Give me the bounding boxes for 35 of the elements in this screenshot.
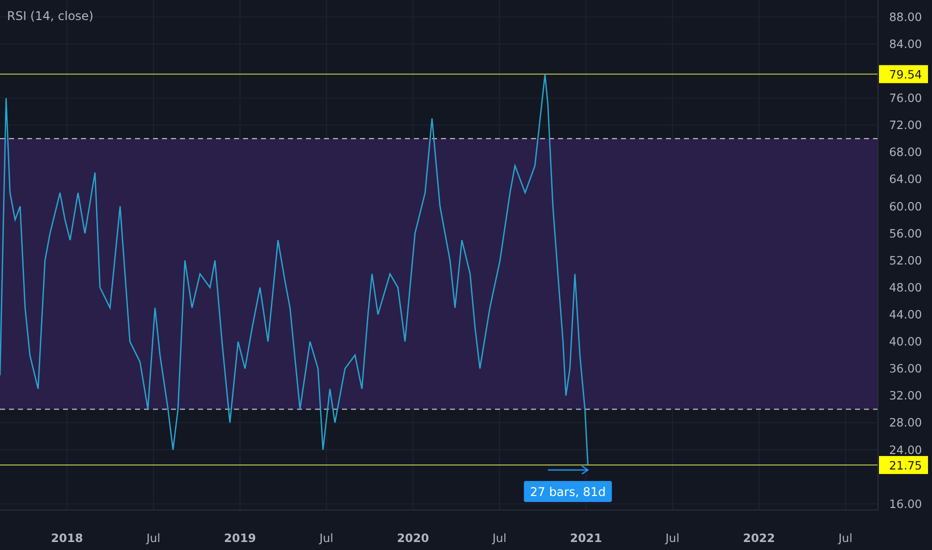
y-axis-label: 24.00 <box>889 442 922 457</box>
y-axis-label: 48.00 <box>889 280 922 294</box>
x-axis-label: Jul <box>146 531 160 545</box>
y-axis-label: 64.00 <box>889 172 922 186</box>
y-axis-label: 76.00 <box>889 91 922 106</box>
y-axis-label: 16.00 <box>889 496 922 511</box>
ref-line-label: 21.75 <box>889 458 922 473</box>
y-axis-label: 40.00 <box>889 334 922 349</box>
price-label: 21.75 <box>879 456 928 474</box>
y-axis-label: 44.00 <box>889 308 922 322</box>
x-axis-label: Jul <box>320 531 334 545</box>
x-axis-label: Jul <box>838 531 852 545</box>
x-axis-label: 2019 <box>224 531 256 545</box>
y-axis-label: 60.00 <box>889 199 922 214</box>
y-axis-label: 72.00 <box>889 118 922 132</box>
price-label: 79.54 <box>879 65 928 84</box>
ref-line-label: 79.54 <box>889 68 922 82</box>
y-axis-label: 52.00 <box>889 253 922 268</box>
y-axis-label: 56.00 <box>889 226 922 240</box>
x-axis-label: 2021 <box>570 531 602 545</box>
x-axis-label: Jul <box>492 531 506 545</box>
chart-title: RSI (14, close) <box>7 9 94 23</box>
y-axis-label: 32.00 <box>889 388 922 403</box>
x-axis-label: 2022 <box>742 531 775 545</box>
measure-label: 27 bars, 81d <box>524 481 612 502</box>
measure-arrow <box>548 465 590 475</box>
y-axis-label: 68.00 <box>889 145 922 160</box>
x-axis-label: 2018 <box>50 531 83 545</box>
x-axis-label: Jul <box>666 531 680 545</box>
x-axis-label: 2020 <box>396 531 429 545</box>
y-axis-label: 88.00 <box>889 10 922 24</box>
annotation: 27 bars, 81d <box>530 485 606 499</box>
y-axis-label: 84.00 <box>889 36 922 51</box>
y-axis-label: 28.00 <box>889 416 922 430</box>
y-axis-label: 36.00 <box>889 362 922 376</box>
